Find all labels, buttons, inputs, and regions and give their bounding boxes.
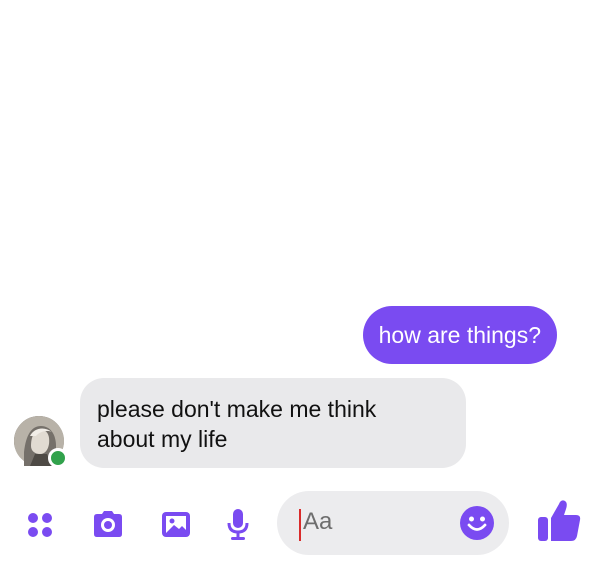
incoming-message-line-1: please don't make me think	[97, 396, 377, 422]
text-caret	[299, 509, 301, 541]
message-composer	[0, 484, 600, 566]
conversation-area: how are things? please don't make me thi…	[0, 0, 600, 480]
apps-icon[interactable]	[20, 504, 60, 544]
gallery-icon[interactable]	[156, 504, 196, 544]
message-input[interactable]	[303, 508, 443, 536]
avatar[interactable]	[14, 416, 68, 468]
incoming-message[interactable]: please don't make me think about my life	[80, 378, 466, 468]
message-input-container[interactable]	[277, 491, 509, 555]
outgoing-message[interactable]: how are things?	[362, 306, 557, 364]
incoming-message-row: please don't make me think about my life	[14, 378, 474, 470]
emoji-icon[interactable]	[459, 505, 495, 541]
incoming-message-line-2: about my life	[97, 426, 228, 452]
camera-icon[interactable]	[88, 504, 128, 544]
outgoing-message-text: how are things?	[378, 322, 541, 348]
thumbs-up-icon[interactable]	[534, 495, 584, 545]
microphone-icon[interactable]	[218, 504, 258, 544]
online-status-dot	[48, 448, 68, 468]
